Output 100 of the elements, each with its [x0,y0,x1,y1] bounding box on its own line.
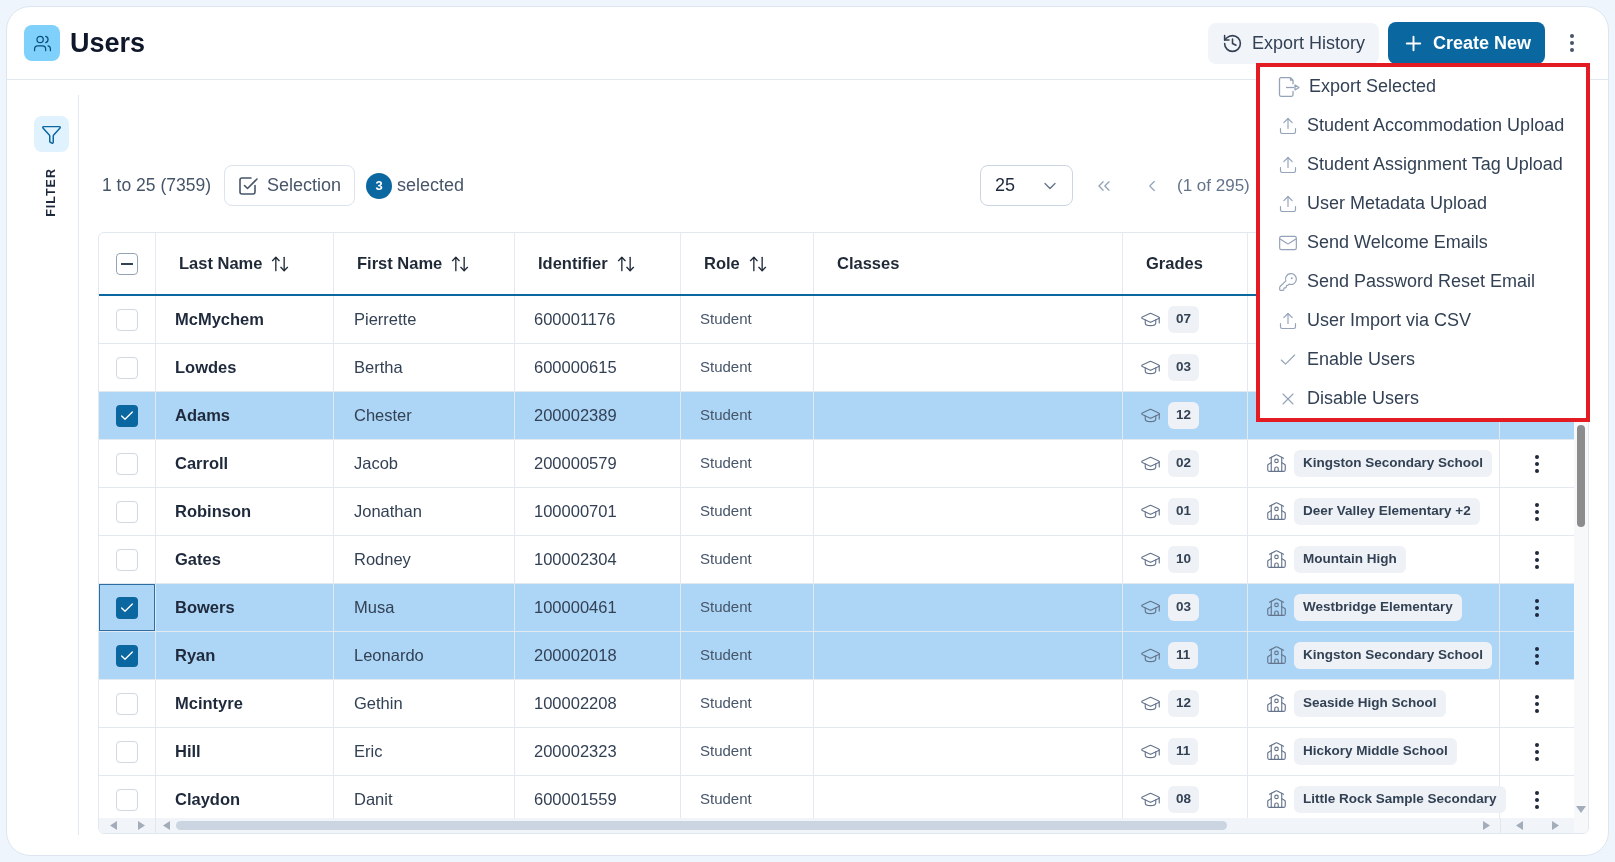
key-icon [1278,271,1298,292]
table-cell: Jacob [334,440,515,487]
table-cell: 200002018 [515,632,681,679]
table-cell: Student [681,344,814,391]
grade-tag: 03 [1168,594,1200,621]
vertical-dots-icon [1535,694,1539,713]
selection-button[interactable]: Selection [223,165,356,206]
school-tag: Hickory Middle School [1294,738,1457,765]
table-cell: Jonathan [334,488,515,535]
vertical-dots-icon [1570,34,1574,52]
vertical-dots-icon [1535,790,1539,809]
create-new-button[interactable]: Create New [1387,22,1545,64]
table-cell: 600000615 [515,344,681,391]
row-checkbox[interactable] [116,692,138,715]
upload-icon [1278,310,1298,331]
school-building-icon [1266,741,1287,762]
menu-item[interactable]: User Metadata Upload [1260,184,1586,223]
row-checkbox[interactable] [116,644,138,667]
menu-item[interactable]: Student Accommodation Upload [1260,106,1586,145]
table-cell: Leonardo [334,632,515,679]
menu-item[interactable]: Export Selected [1260,67,1586,106]
column-header[interactable]: First Name [357,251,471,276]
table-cell: Bowers [156,584,334,631]
scroll-down-arrow-icon[interactable] [1576,806,1586,813]
menu-item[interactable]: User Import via CSV [1260,301,1586,340]
row-checkbox[interactable] [116,548,138,571]
grade-tag: 10 [1168,546,1200,573]
scroll-left-arrow-icon[interactable] [163,821,170,830]
column-header[interactable]: Last Name [179,251,291,276]
table-cell: Student [681,680,814,727]
table-cell: Student [681,392,814,439]
table-cell: Adams [156,392,334,439]
scroll-left-arrow-icon[interactable] [1515,821,1523,830]
column-header[interactable]: Role [704,251,768,276]
school-building-icon [1266,501,1287,522]
upload-icon [1278,154,1298,175]
table-cell: 200000579 [515,440,681,487]
row-checkbox[interactable] [116,404,138,427]
grade-tag: 11 [1168,738,1199,765]
row-checkbox[interactable] [116,740,138,763]
table-cell: Student [681,296,814,343]
select-all-checkbox[interactable] [116,252,138,275]
filter-label: FILTER [43,168,60,217]
menu-item[interactable]: Enable Users [1260,340,1586,379]
row-checkbox[interactable] [116,788,138,811]
scroll-left-arrow-icon[interactable] [109,821,117,830]
scrollbar-thumb[interactable] [1577,425,1585,527]
row-checkbox[interactable] [116,356,138,379]
table-cell: Student [681,728,814,775]
table-cell: Ryan [156,632,334,679]
history-icon [1221,32,1243,54]
page-size-select[interactable]: 25 [980,165,1073,206]
table-cell: Student [681,584,814,631]
scroll-right-arrow-icon[interactable] [1552,821,1560,830]
page-title: Users [70,26,146,60]
table-cell: Gethin [334,680,515,727]
table-cell: Gates [156,536,334,583]
table-cell: Student [681,632,814,679]
table-cell: Rodney [334,536,515,583]
scrollbar-thumb[interactable] [176,821,1227,830]
column-header[interactable]: Identifier [538,251,636,276]
school-building-icon [1266,645,1287,666]
school-tag: Seaside High School [1294,690,1446,717]
export-history-button[interactable]: Export History [1207,22,1379,64]
grade-tag: 12 [1168,402,1200,429]
menu-item[interactable]: Disable Users [1260,379,1586,418]
row-checkbox[interactable] [116,308,138,331]
school-tag: Westbridge Elementary [1294,594,1462,621]
menu-item[interactable]: Student Assignment Tag Upload [1260,145,1586,184]
vertical-dots-icon [1535,454,1539,473]
page-info: (1 of 295) [1177,174,1250,197]
table-cell: 100000461 [515,584,681,631]
menu-item[interactable]: Send Welcome Emails [1260,223,1586,262]
school-tag: Deer Valley Elementary +2 [1294,498,1480,525]
row-checkbox[interactable] [116,452,138,475]
grade-tag: 08 [1168,786,1200,813]
table-cell: Musa [334,584,515,631]
school-building-icon [1266,453,1287,474]
row-range-label: 1 to 25 (7359) [101,174,211,198]
row-checkbox[interactable] [116,596,138,619]
grade-tag: 01 [1168,498,1200,525]
square-check-icon [237,175,258,196]
table-cell: Robinson [156,488,334,535]
scroll-right-arrow-icon[interactable] [1483,821,1490,830]
column-header: Classes [837,253,900,275]
row-checkbox[interactable] [116,500,138,523]
school-building-icon [1266,597,1287,618]
table-cell: 100002208 [515,680,681,727]
grade-tag: 07 [1168,306,1200,333]
scroll-right-arrow-icon[interactable] [137,821,145,830]
table-cell: 200002389 [515,392,681,439]
table-cell: Mcintyre [156,680,334,727]
selected-label: selected [397,174,465,197]
vertical-dots-icon [1535,598,1539,617]
menu-item[interactable]: Send Password Reset Email [1260,262,1586,301]
column-header: Grades [1146,253,1203,275]
selected-count-badge: 3 [366,172,393,199]
table-cell: Lowdes [156,344,334,391]
filter-button[interactable] [34,116,69,152]
grade-tag: 12 [1168,690,1200,717]
